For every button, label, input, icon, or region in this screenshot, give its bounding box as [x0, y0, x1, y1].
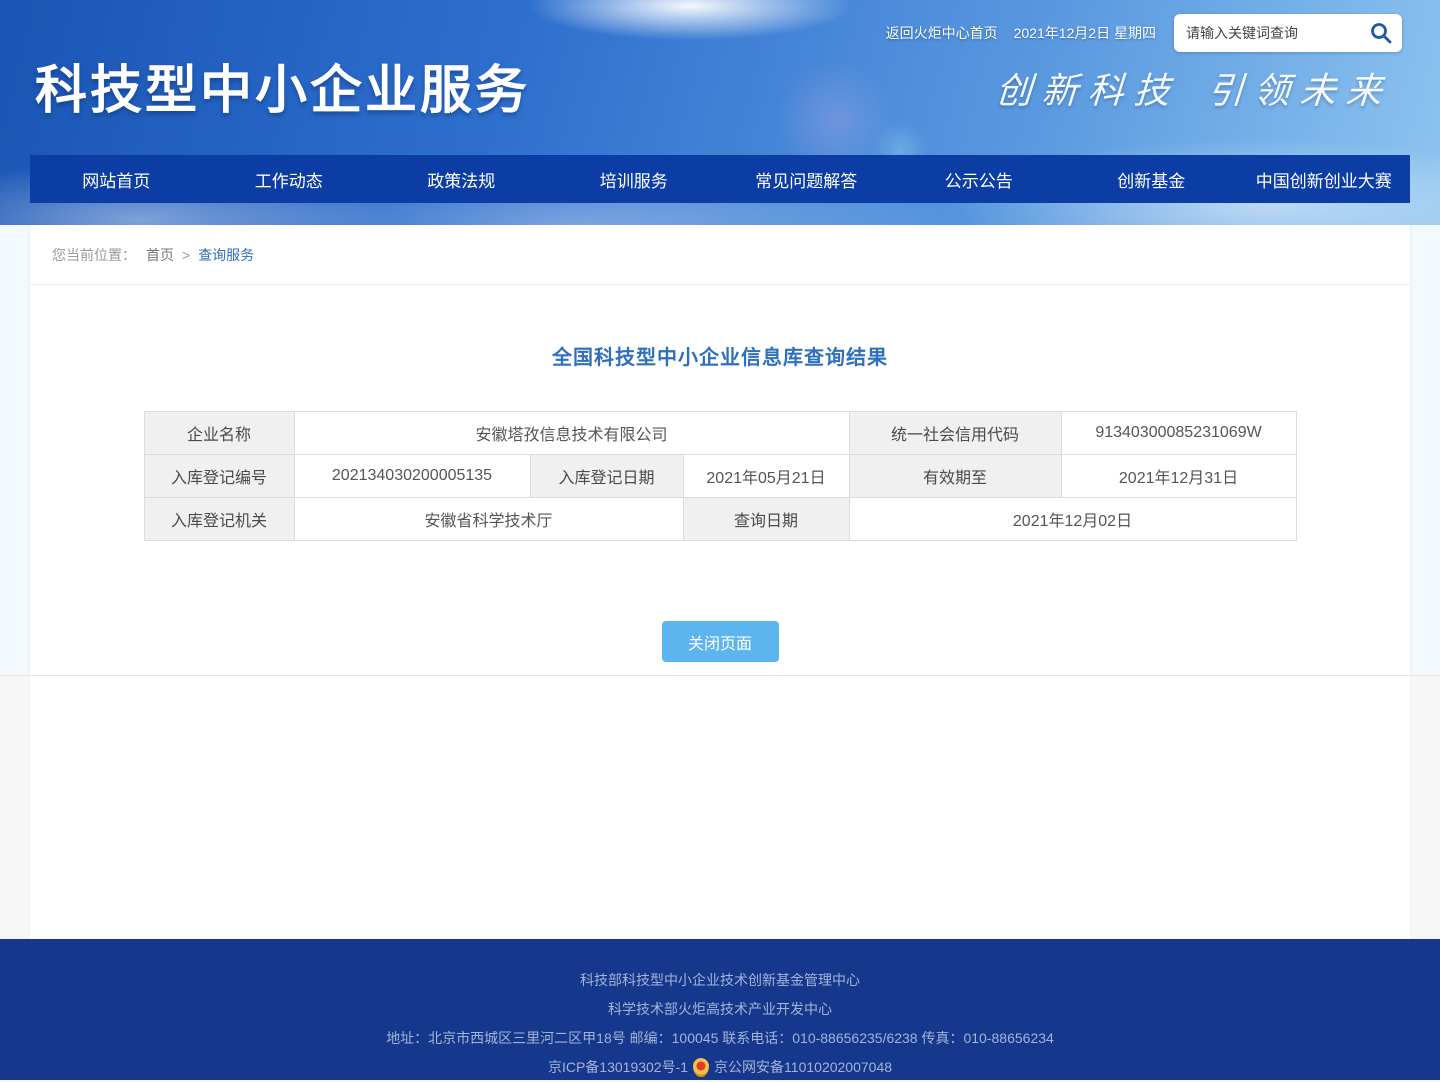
police-badge-icon [693, 1058, 709, 1077]
search-input[interactable] [1186, 25, 1368, 41]
nav-item-notices[interactable]: 公示公告 [893, 155, 1066, 203]
reg-date-value: 2021年05月21日 [683, 455, 849, 498]
content-band-upper: 您当前位置： 首页 > 查询服务 全国科技型中小企业信息库查询结果 企业名称 安… [0, 225, 1440, 675]
header-top-bar: 返回火炬中心首页 2021年12月2日 星期四 [886, 14, 1402, 52]
reg-date-label: 入库登记日期 [530, 455, 683, 498]
main-nav: 网站首页 工作动态 政策法规 培训服务 常见问题解答 公示公告 创新基金 中国创… [30, 155, 1410, 203]
search-icon [1369, 21, 1393, 45]
search-button[interactable] [1368, 20, 1394, 46]
footer-contact-line: 地址：北京市西城区三里河二区甲18号 邮编：100045 联系电话：010-88… [386, 1024, 1054, 1053]
page-title: 全国科技型中小企业信息库查询结果 [30, 341, 1410, 370]
breadcrumb-current-link[interactable]: 查询服务 [198, 245, 254, 265]
reg-authority-value: 安徽省科学技术厅 [294, 498, 683, 541]
header-top-links: 返回火炬中心首页 2021年12月2日 星期四 [886, 23, 1156, 43]
nav-item-faq[interactable]: 常见问题解答 [720, 155, 893, 203]
content-panel-lower [30, 676, 1410, 939]
nav-item-competition[interactable]: 中国创新创业大赛 [1238, 155, 1411, 203]
query-result-table: 企业名称 安徽塔孜信息技术有限公司 统一社会信用代码 9134030008523… [144, 411, 1297, 541]
reg-number-value: 202134030200005135 [294, 455, 530, 498]
content-band-lower [0, 675, 1440, 939]
nav-item-home[interactable]: 网站首页 [30, 155, 203, 203]
return-torch-home-link[interactable]: 返回火炬中心首页 [886, 23, 998, 43]
search-box [1174, 14, 1402, 52]
company-name-label: 企业名称 [144, 412, 294, 455]
police-record-link[interactable]: 京公网安备11010202007048 [714, 1053, 892, 1082]
table-row-authority: 入库登记机关 安徽省科学技术厅 查询日期 2021年12月02日 [144, 498, 1296, 541]
credit-code-label: 统一社会信用代码 [849, 412, 1061, 455]
site-title: 科技型中小企业服务 [35, 48, 530, 123]
footer-org-line-2: 科学技术部火炬高技术产业开发中心 [608, 995, 832, 1024]
nav-item-fund[interactable]: 创新基金 [1065, 155, 1238, 203]
valid-until-value: 2021年12月31日 [1061, 455, 1296, 498]
query-date-label: 查询日期 [683, 498, 849, 541]
reg-authority-label: 入库登记机关 [144, 498, 294, 541]
footer: 科技部科技型中小企业技术创新基金管理中心 科学技术部火炬高技术产业开发中心 地址… [0, 939, 1440, 1080]
breadcrumb-home-link[interactable]: 首页 [146, 245, 174, 265]
header-banner: 科技型中小企业服务 返回火炬中心首页 2021年12月2日 星期四 创新科技引领… [0, 0, 1440, 225]
content-panel: 您当前位置： 首页 > 查询服务 全国科技型中小企业信息库查询结果 企业名称 安… [30, 225, 1410, 675]
valid-until-label: 有效期至 [849, 455, 1061, 498]
credit-code-value: 91340300085231069W [1061, 412, 1296, 455]
current-date-text: 2021年12月2日 星期四 [1014, 23, 1156, 43]
nav-item-training[interactable]: 培训服务 [548, 155, 721, 203]
slogan-part2: 引领未来 [1206, 71, 1393, 111]
slogan-part1: 创新科技 [994, 71, 1181, 111]
breadcrumb-prefix: 您当前位置： [52, 245, 136, 265]
slogan-calligraphy: 创新科技引领未来 [994, 62, 1394, 114]
breadcrumb: 您当前位置： 首页 > 查询服务 [30, 225, 1410, 285]
footer-legal-line: 京ICP备13019302号-1 京公网安备11010202007048 [548, 1053, 892, 1082]
reg-number-label: 入库登记编号 [144, 455, 294, 498]
nav-item-policy[interactable]: 政策法规 [375, 155, 548, 203]
query-date-value: 2021年12月02日 [849, 498, 1296, 541]
nav-item-news[interactable]: 工作动态 [203, 155, 376, 203]
breadcrumb-separator: > [182, 247, 190, 263]
table-row-company: 企业名称 安徽塔孜信息技术有限公司 统一社会信用代码 9134030008523… [144, 412, 1296, 455]
table-row-registration: 入库登记编号 202134030200005135 入库登记日期 2021年05… [144, 455, 1296, 498]
close-page-button[interactable]: 关闭页面 [662, 621, 779, 662]
icp-record-link[interactable]: 京ICP备13019302号-1 [548, 1053, 688, 1082]
footer-org-line-1: 科技部科技型中小企业技术创新基金管理中心 [580, 966, 860, 995]
company-name-value: 安徽塔孜信息技术有限公司 [294, 412, 849, 455]
